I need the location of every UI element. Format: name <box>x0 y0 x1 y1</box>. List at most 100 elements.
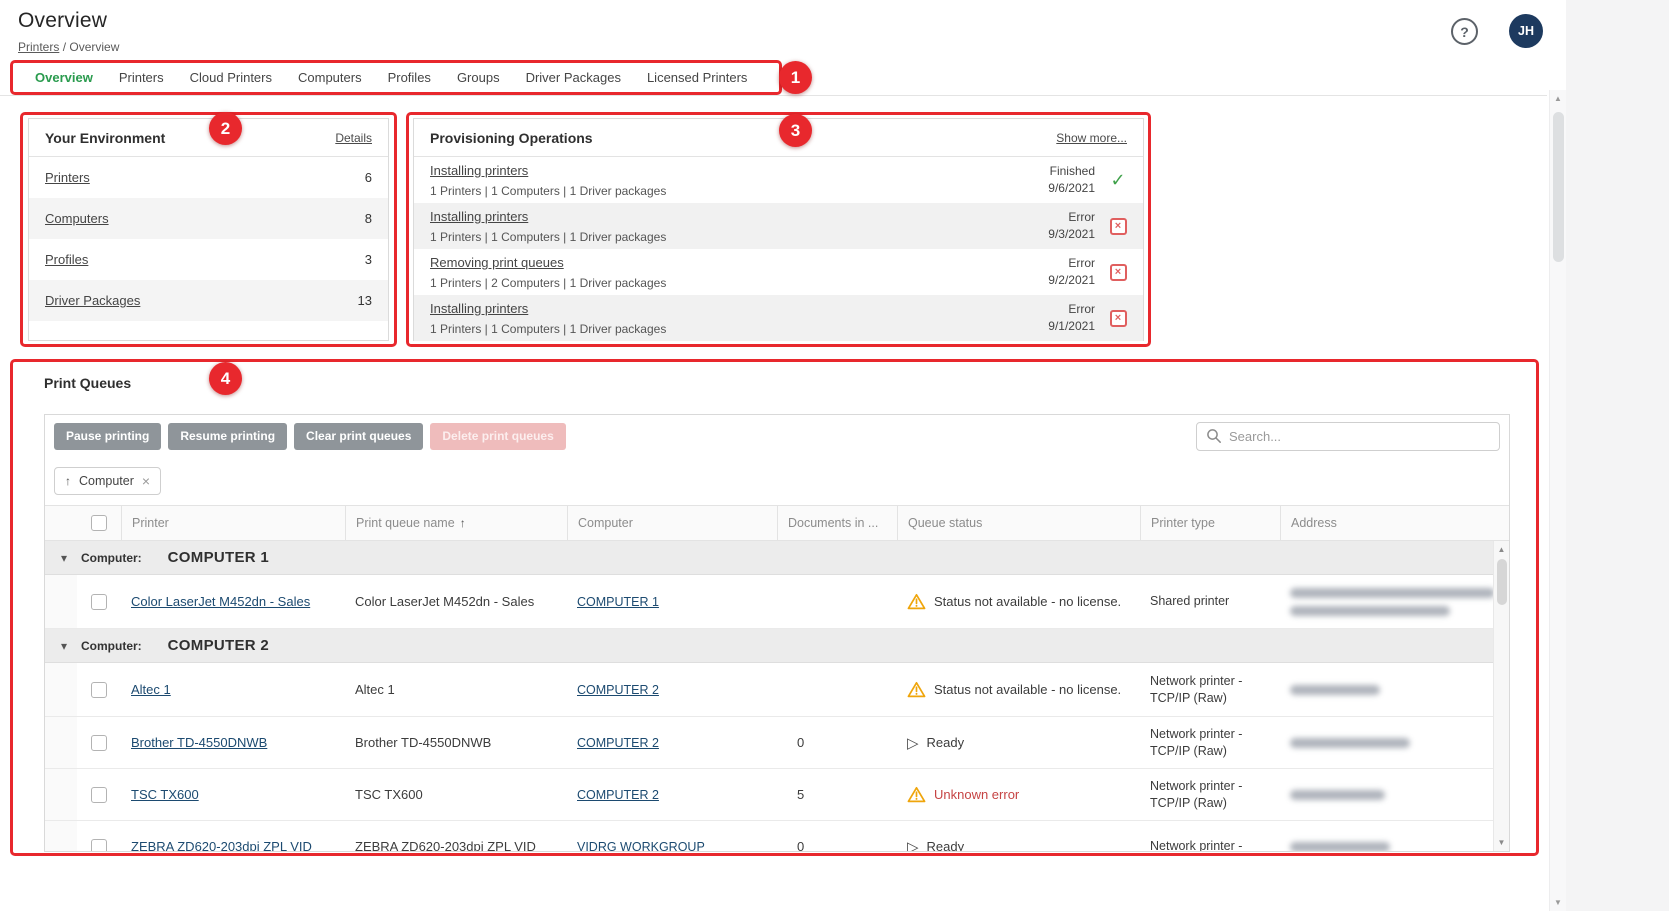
clear-print-queues-button[interactable]: Clear print queues <box>294 423 423 450</box>
annotation-badge-1: 1 <box>779 61 812 94</box>
status-date: 9/1/2021 <box>1048 318 1095 335</box>
help-button[interactable]: ? <box>1451 18 1478 45</box>
col-documents[interactable]: Documents in ... <box>777 506 897 540</box>
app-root: Overview Printers / Overview ? JH Overvi… <box>0 0 1669 911</box>
table-body: ▾ Computer: COMPUTER 1 Color LaserJet M4… <box>45 541 1509 852</box>
col-printer-type[interactable]: Printer type <box>1140 506 1280 540</box>
search-input[interactable] <box>1229 429 1490 444</box>
provisioning-operation-link[interactable]: Installing printers <box>430 163 528 178</box>
col-address[interactable]: Address <box>1280 506 1509 540</box>
scrollbar-thumb[interactable] <box>1497 559 1507 605</box>
delete-print-queues-button[interactable]: Delete print queues <box>430 423 565 450</box>
provisioning-operation-link[interactable]: Installing printers <box>430 301 528 316</box>
tab-licensed-printers[interactable]: Licensed Printers <box>634 62 760 95</box>
col-label: Queue status <box>908 516 982 530</box>
error-x-icon: × <box>1110 264 1127 281</box>
queue-status-text: Ready <box>927 839 965 852</box>
pause-printing-button[interactable]: Pause printing <box>54 423 161 450</box>
printer-link[interactable]: Altec 1 <box>131 682 171 697</box>
col-label: Printer type <box>1151 516 1215 530</box>
group-row-computer-2: ▾ Computer: COMPUTER 2 <box>45 629 1509 663</box>
status-text: Finished <box>1048 163 1095 180</box>
tab-profiles[interactable]: Profiles <box>375 62 444 95</box>
breadcrumb-link-printers[interactable]: Printers <box>18 40 59 54</box>
computer-link[interactable]: COMPUTER 2 <box>577 683 659 697</box>
tab-computers[interactable]: Computers <box>285 62 375 95</box>
row-checkbox[interactable] <box>91 787 107 803</box>
avatar[interactable]: JH <box>1509 14 1543 48</box>
printer-link[interactable]: Color LaserJet M452dn - Sales <box>131 594 310 609</box>
printer-link[interactable]: TSC TX600 <box>131 787 199 802</box>
queue-status-text: Ready <box>927 735 965 750</box>
status-text: Error <box>1048 209 1095 226</box>
env-link-printers[interactable]: Printers <box>45 170 90 185</box>
scrollbar-thumb[interactable] <box>1553 112 1564 262</box>
computer-link[interactable]: VIDRG WORKGROUP <box>577 840 705 853</box>
card-header: Your Environment Details <box>29 119 388 157</box>
col-label: Printer <box>132 516 169 530</box>
col-computer[interactable]: Computer <box>567 506 777 540</box>
tab-driver-packages[interactable]: Driver Packages <box>513 62 634 95</box>
queue-status-text: Status not available - no license. <box>934 594 1121 609</box>
scroll-down-icon[interactable]: ▼ <box>1550 898 1566 907</box>
computer-link[interactable]: COMPUTER 2 <box>577 736 659 750</box>
page-scrollbar[interactable]: ▲ ▼ <box>1549 90 1566 911</box>
printer-link[interactable]: ZEBRA ZD620-203dpi ZPL VID <box>131 839 312 852</box>
tab-cloud-printers[interactable]: Cloud Printers <box>177 62 285 95</box>
computer-link[interactable]: COMPUTER 1 <box>577 595 659 609</box>
header-check-cell <box>77 506 121 540</box>
resume-printing-button[interactable]: Resume printing <box>168 423 287 450</box>
printer-link[interactable]: Brother TD-4550DNWB <box>131 735 267 750</box>
table-row: Altec 1 Altec 1 COMPUTER 2 Status not av… <box>45 663 1509 717</box>
scroll-up-icon[interactable]: ▲ <box>1550 94 1566 103</box>
queue-name: Brother TD-4550DNWB <box>355 735 491 750</box>
page-title: Overview <box>18 9 107 33</box>
scroll-down-icon[interactable]: ▼ <box>1494 838 1509 847</box>
printer-type-text: Shared printer <box>1150 593 1229 610</box>
collapse-icon[interactable]: ▾ <box>61 551 79 565</box>
row-checkbox[interactable] <box>91 682 107 698</box>
tab-overview[interactable]: Overview <box>22 62 106 95</box>
chip-remove-icon[interactable]: × <box>142 473 150 489</box>
redacted-address <box>1290 738 1410 748</box>
queue-name: Color LaserJet M452dn - Sales <box>355 594 534 609</box>
provisioning-row-main: Removing print queues 1 Printers | 2 Com… <box>430 253 1048 291</box>
tabbar: Overview Printers Cloud Printers Compute… <box>22 62 760 95</box>
env-link-driver-packages[interactable]: Driver Packages <box>45 293 140 308</box>
chip-label: Computer <box>79 474 134 488</box>
col-queue-status[interactable]: Queue status <box>897 506 1140 540</box>
printer-type-text: Network printer - TCP/IP (Raw) <box>1150 778 1270 812</box>
env-link-profiles[interactable]: Profiles <box>45 252 88 267</box>
provisioning-row-status: Finished 9/6/2021 <box>1048 163 1095 198</box>
computer-link[interactable]: COMPUTER 2 <box>577 788 659 802</box>
scroll-up-icon[interactable]: ▲ <box>1494 545 1509 554</box>
status-date: 9/6/2021 <box>1048 180 1095 197</box>
provisioning-operation-link[interactable]: Removing print queues <box>430 255 564 270</box>
redacted-address <box>1290 790 1385 800</box>
group-name: COMPUTER 1 <box>168 549 269 566</box>
breadcrumb-separator: / <box>63 40 66 54</box>
select-all-checkbox[interactable] <box>91 515 107 531</box>
error-x-icon: × <box>1110 218 1127 235</box>
provisioning-row: Removing print queues 1 Printers | 2 Com… <box>414 249 1143 295</box>
documents-count: 0 <box>797 839 804 852</box>
env-link-computers[interactable]: Computers <box>45 211 109 226</box>
breadcrumb-current: Overview <box>69 40 119 54</box>
warning-icon <box>907 681 926 698</box>
col-printer[interactable]: Printer <box>121 506 345 540</box>
row-checkbox[interactable] <box>91 594 107 610</box>
provisioning-row-status: Error 9/1/2021 <box>1048 301 1095 336</box>
tab-printers[interactable]: Printers <box>106 62 177 95</box>
show-more-link[interactable]: Show more... <box>1056 131 1127 145</box>
row-checkbox[interactable] <box>91 735 107 751</box>
table-scrollbar[interactable]: ▲ ▼ <box>1493 541 1509 851</box>
collapse-icon[interactable]: ▾ <box>61 639 79 653</box>
tab-groups[interactable]: Groups <box>444 62 513 95</box>
col-print-queue-name[interactable]: Print queue name↑ <box>345 506 567 540</box>
provisioning-operation-link[interactable]: Installing printers <box>430 209 528 224</box>
table-row: Color LaserJet M452dn - Sales Color Lase… <box>45 575 1509 629</box>
group-by-computer-chip[interactable]: ↑ Computer × <box>54 467 161 495</box>
environment-details-link[interactable]: Details <box>335 131 372 145</box>
card-header: Provisioning Operations Show more... <box>414 119 1143 157</box>
row-checkbox[interactable] <box>91 839 107 853</box>
